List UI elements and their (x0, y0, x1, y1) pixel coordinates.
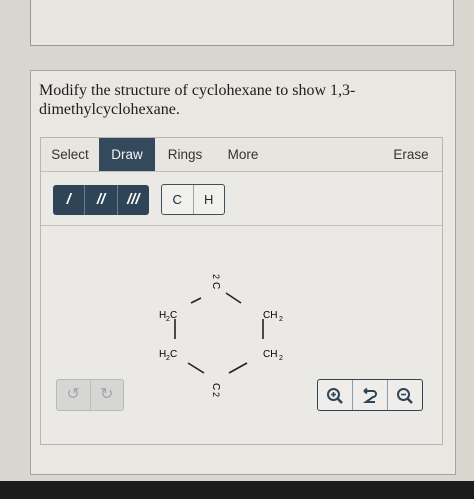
zoom-out-button[interactable] (388, 380, 422, 410)
svg-text:2: 2 (211, 274, 221, 279)
reset-zoom-button[interactable] (353, 380, 388, 410)
bond-top-right[interactable] (225, 292, 242, 304)
reset-zoom-icon (362, 387, 377, 403)
history-controls: ↺ ↻ (56, 379, 124, 411)
undo-button[interactable]: ↺ (57, 380, 91, 410)
question-card: Modify the structure of cyclohexane to s… (30, 70, 456, 475)
atom-upper-right[interactable]: CH 2 (263, 310, 283, 323)
atom-top[interactable]: 2 C (210, 274, 221, 289)
tab-more[interactable]: More (221, 138, 265, 171)
hydrogen-atom-button[interactable]: H (194, 185, 225, 214)
bond-top-left[interactable] (190, 297, 202, 304)
svg-text:CH: CH (263, 310, 277, 321)
svg-text:2: 2 (279, 316, 283, 323)
svg-text:2: 2 (211, 392, 221, 397)
bond-bottom-left[interactable] (187, 362, 205, 374)
tab-draw[interactable]: Draw (99, 138, 155, 171)
redo-button[interactable]: ↻ (91, 380, 124, 410)
zoom-in-button[interactable] (318, 380, 353, 410)
structure-sketcher: Select Draw Rings More Erase / // /// C … (40, 137, 443, 445)
sketcher-toolbar: Select Draw Rings More Erase (41, 138, 442, 172)
svg-text:2: 2 (279, 355, 283, 362)
undo-icon: ↺ (66, 386, 80, 403)
draw-tools-row: / // /// C H (41, 172, 442, 226)
drawing-canvas[interactable]: 2 C H 2 C CH 2 H 2 C CH 2 C 2 ↺ ↻ (41, 227, 442, 444)
atom-lower-right[interactable]: CH 2 (263, 349, 283, 362)
atom-bottom[interactable]: C 2 (210, 383, 221, 397)
bond-bottom-right[interactable] (228, 362, 248, 374)
bond-tools: / // /// (53, 185, 149, 215)
atom-lower-left[interactable]: H 2 C (159, 349, 177, 362)
question-prompt: Modify the structure of cyclohexane to s… (39, 82, 356, 118)
carbon-atom-button[interactable]: C (162, 185, 194, 214)
double-bond-button[interactable]: // (85, 185, 118, 215)
erase-button[interactable]: Erase (387, 138, 435, 171)
zoom-out-icon (397, 387, 413, 404)
previous-question-box (30, 0, 454, 46)
redo-icon: ↻ (100, 386, 114, 403)
svg-text:C: C (210, 383, 221, 390)
molecule-drawing: 2 C H 2 C CH 2 H 2 C CH 2 C 2 (159, 274, 283, 397)
svg-text:CH: CH (263, 349, 277, 360)
atom-tools: C H (161, 184, 225, 215)
svg-text:C: C (170, 349, 177, 360)
single-bond-button[interactable]: / (53, 185, 86, 215)
zoom-in-icon (327, 387, 343, 404)
tab-select[interactable]: Select (41, 138, 99, 171)
svg-text:C: C (170, 310, 177, 321)
zoom-controls (317, 379, 423, 411)
screen-bottom-bezel (0, 481, 474, 499)
tab-rings[interactable]: Rings (161, 138, 209, 171)
svg-text:C: C (210, 282, 221, 289)
triple-bond-button[interactable]: /// (118, 185, 149, 215)
